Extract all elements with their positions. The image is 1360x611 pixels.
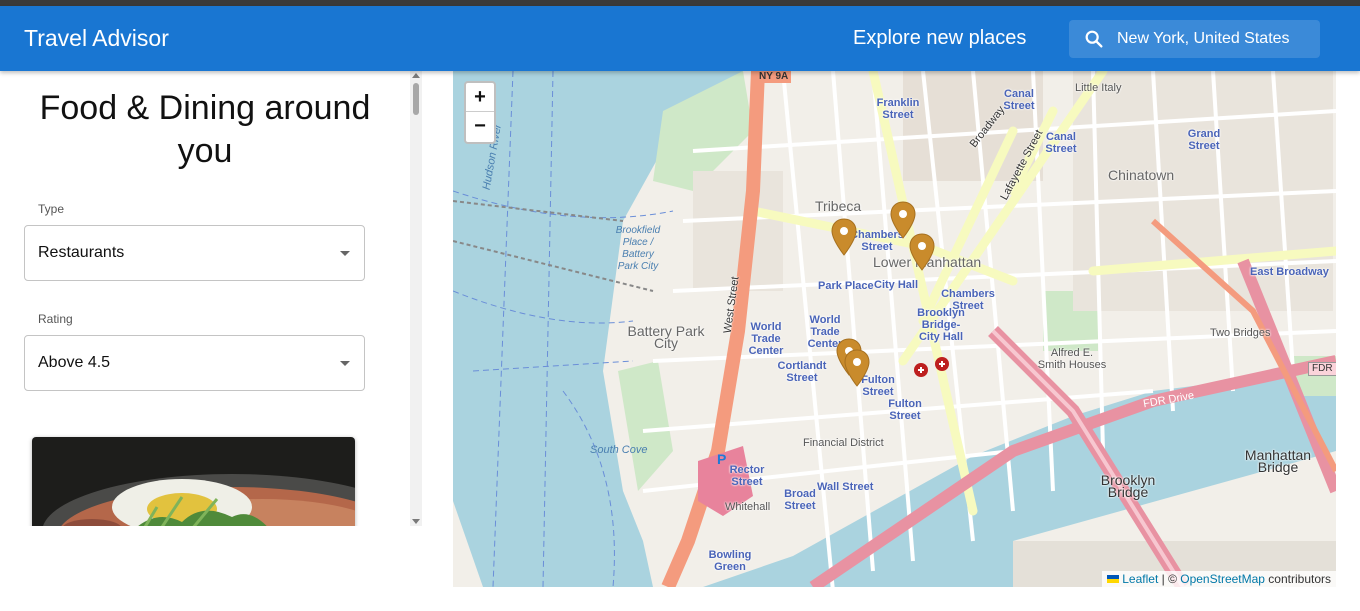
map-label-south-cove: South Cove	[590, 444, 648, 456]
svg-text:P: P	[717, 451, 726, 467]
map-label-cortlandt: Cortlandt Street	[777, 360, 827, 384]
ukraine-flag-icon	[1107, 575, 1120, 583]
map-label-wtc: World Trade Center	[748, 321, 784, 357]
rating-select[interactable]: Above 4.5	[24, 335, 365, 391]
type-label: Type	[38, 202, 65, 216]
explore-label: Explore new places	[853, 27, 1027, 49]
openstreetmap-link[interactable]: OpenStreetMap	[1180, 572, 1265, 586]
map-label-grand-street: Grand Street	[1187, 128, 1221, 152]
map-label-two-bridges: Two Bridges	[1210, 327, 1271, 339]
scroll-thumb[interactable]	[413, 83, 419, 115]
map-label-fulton-2: Fulton Street	[888, 398, 922, 422]
map-view[interactable]: P Tribeca Lower Manhattan Chinatown Batt…	[453, 71, 1336, 587]
map-attribution: Leaflet | © OpenStreetMap contributors	[1102, 571, 1336, 587]
map-shield-fdr: FDR	[1308, 362, 1336, 376]
map-label-rector: Rector Street	[729, 464, 765, 488]
search-icon	[1085, 30, 1103, 48]
attribution-separator: | ©	[1158, 572, 1181, 586]
scroll-up-icon[interactable]	[412, 73, 420, 78]
type-select-value: Restaurants	[38, 244, 125, 261]
app-bar: Travel Advisor Explore new places	[0, 6, 1360, 71]
map-label-canal-street-2: Canal Street	[1045, 131, 1077, 155]
map-label-battery-park: Battery Park City	[627, 323, 705, 351]
zoom-out-button[interactable]: −	[466, 112, 494, 141]
map-label-whitehall: Whitehall	[725, 501, 771, 513]
map-pin-icon[interactable]	[831, 218, 857, 256]
food-photo	[32, 437, 355, 526]
chevron-down-icon	[340, 361, 350, 366]
map-label-brookfield: Brookfield Place / Battery Park City	[615, 225, 661, 272]
map-label-manhattan-bridge: Manhattan Bridge	[1244, 447, 1312, 475]
type-select[interactable]: Restaurants	[24, 225, 365, 281]
rating-label: Rating	[38, 312, 73, 326]
map-pin-icon[interactable]	[909, 233, 935, 271]
map-label-city-hall: City Hall	[874, 279, 919, 291]
app-title: Travel Advisor	[24, 25, 169, 51]
map-label-east-broadway: East Broadway	[1250, 266, 1329, 278]
search-input[interactable]	[1117, 28, 1313, 50]
attribution-contributors: contributors	[1264, 572, 1331, 586]
map-label-park-place: Park Place	[818, 280, 874, 292]
zoom-control: + −	[464, 81, 496, 144]
map-label-broad-street: Broad Street	[784, 488, 816, 512]
page-title: Food & Dining around you	[39, 89, 371, 170]
map-label-alfred-smith: Alfred E. Smith Houses	[1037, 347, 1107, 371]
scroll-down-icon[interactable]	[412, 519, 420, 524]
leaflet-link[interactable]: Leaflet	[1122, 572, 1158, 586]
zoom-in-button[interactable]: +	[466, 83, 494, 112]
map-label-financial-district: Financial District	[803, 437, 884, 449]
place-card-image[interactable]	[32, 437, 355, 526]
search-box[interactable]	[1069, 20, 1320, 58]
map-label-bowling-green: Bowling Green	[708, 549, 752, 573]
map-label-chinatown: Chinatown	[1108, 167, 1175, 183]
map-label-brooklyn-bridge: Brooklyn Bridge	[1100, 472, 1156, 500]
map-label-brooklyn-bridge-city-hall: Brooklyn Bridge-City Hall	[917, 307, 965, 343]
map-label-wall-street: Wall Street	[817, 481, 874, 493]
map-shield-ny9a: NY 9A	[756, 71, 792, 83]
map-label-franklin-street: Franklin Street	[876, 97, 920, 121]
map-label-tribeca: Tribeca	[815, 198, 862, 214]
rating-select-value: Above 4.5	[38, 354, 111, 371]
map-label-canal-street: Canal Street	[1003, 88, 1035, 112]
map-pin-icon[interactable]	[844, 349, 870, 387]
places-panel: Food & Dining around you Type Restaurant…	[0, 71, 422, 526]
map-label-little-italy: Little Italy	[1075, 82, 1122, 94]
sidebar-scrollbar[interactable]	[410, 71, 422, 526]
chevron-down-icon	[340, 251, 350, 256]
